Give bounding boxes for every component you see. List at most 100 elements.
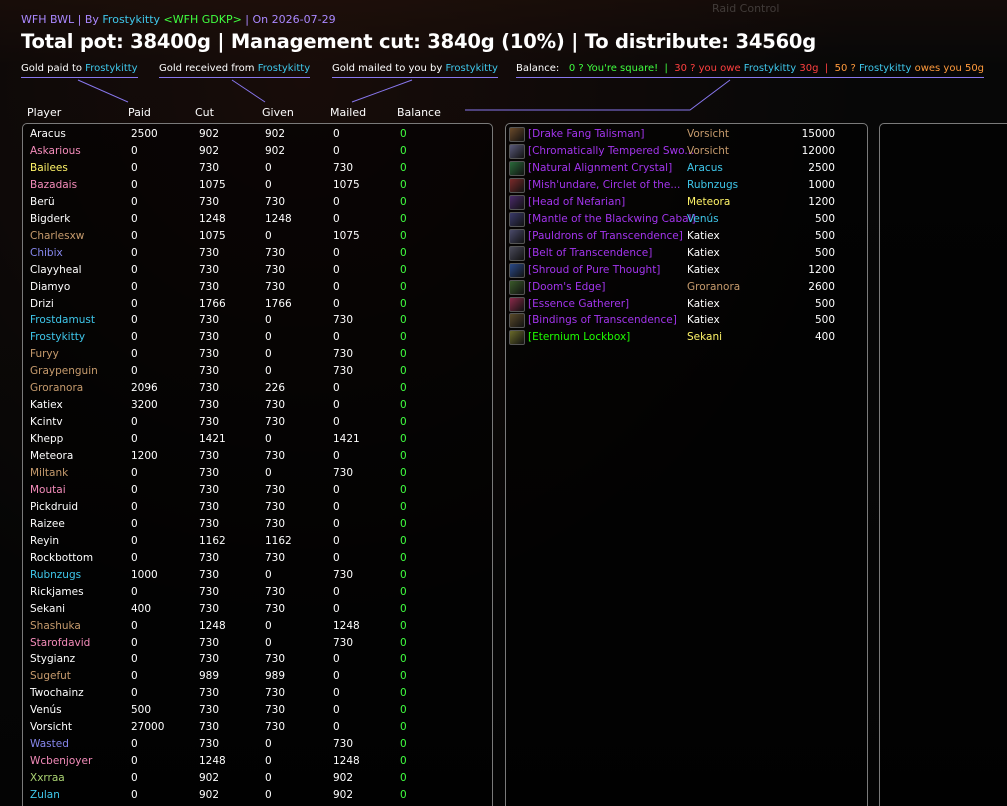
player-given: 0 [265,789,272,802]
player-row[interactable]: Aracus 2500 902 902 0 0 [23,126,492,143]
player-row[interactable]: Vorsicht 27000 730 730 0 0 [23,719,492,736]
player-cut: 730 [199,467,220,479]
player-row[interactable]: Graypenguin 0 730 0 730 0 [23,363,492,380]
player-row[interactable]: Starofdavid 0 730 0 730 0 [23,635,492,652]
player-cut: 730 [199,246,220,259]
player-row[interactable]: Rubnzugs 1000 730 0 730 0 [23,567,492,584]
player-row[interactable]: Katiex 3200 730 730 0 0 [23,397,492,414]
loot-item-link[interactable]: [Head of Nefarian] [528,194,625,211]
player-row[interactable]: Zulan 0 902 0 902 0 [23,787,492,804]
player-row[interactable]: Diamyo 0 730 730 0 0 [23,279,492,296]
player-cut: 902 [199,144,220,157]
player-paid: 0 [131,500,138,513]
cloak-icon [509,262,525,278]
loot-item-link[interactable]: [Eternium Lockbox] [528,329,630,346]
loot-item-link[interactable]: [Natural Alignment Crystal] [528,160,672,177]
player-row[interactable]: Frostykitty 0 730 0 0 0 [23,329,492,346]
player-row[interactable]: Twochainz 0 730 730 0 0 [23,685,492,702]
player-row[interactable]: Shashuka 0 1248 0 1248 0 [23,618,492,635]
player-row[interactable]: Venús 500 730 730 0 0 [23,702,492,719]
loot-item-link[interactable]: [Doom's Edge] [528,279,605,296]
player-row[interactable]: Sekani 400 730 730 0 0 [23,601,492,618]
loot-item-link[interactable]: [Drake Fang Talisman] [528,126,644,143]
player-row[interactable]: Xxrraa 0 902 0 902 0 [23,770,492,787]
loot-item-link[interactable]: [Shroud of Pure Thought] [528,262,660,279]
player-row[interactable]: Askarious 0 902 902 0 0 [23,143,492,160]
player-row[interactable]: Charlesxw 0 1075 0 1075 0 [23,228,492,245]
loot-row[interactable]: [Pauldrons of Transcendence] Katiex 500 [506,228,867,245]
loot-row[interactable]: [Essence Gatherer] Katiex 500 [506,296,867,313]
player-mailed: 730 [333,568,354,581]
players-table-panel[interactable]: Aracus 2500 902 902 0 0 Askarious 0 902 902 0 0 Bail… [22,123,493,806]
player-row[interactable]: Rickjames 0 730 730 0 0 [23,584,492,601]
player-row[interactable]: Wcbenjoyer 0 1248 0 1248 0 [23,753,492,770]
loot-row[interactable]: [Belt of Transcendence] Katiex 500 [506,245,867,262]
loot-item-link[interactable]: [Pauldrons of Transcendence] [528,228,683,245]
player-balance: 0 [400,517,407,530]
player-cut: 902 [199,789,220,802]
loot-item-link[interactable]: [Bindings of Transcendence] [528,312,677,329]
player-row[interactable]: Khepp 0 1421 0 1421 0 [23,431,492,448]
loot-row[interactable]: [Drake Fang Talisman] Vorsicht 15000 [506,126,867,143]
player-row[interactable]: Wasted 0 730 0 730 0 [23,736,492,753]
player-name: Stygianz [30,653,76,666]
player-row[interactable]: Furyy 0 730 0 730 0 [23,346,492,363]
loot-item-link[interactable]: [Chromatically Tempered Swo... [528,143,694,160]
player-row[interactable]: Raizee 0 730 730 0 0 [23,516,492,533]
player-name: Shashuka [30,619,81,632]
player-balance: 0 [400,687,407,700]
player-row[interactable]: Moutai 0 730 730 0 0 [23,482,492,499]
player-row[interactable]: Bazadais 0 1075 0 1075 0 [23,177,492,194]
player-row[interactable]: Frostdamust 0 730 0 730 0 [23,312,492,329]
loot-row[interactable]: [Shroud of Pure Thought] Katiex 1200 [506,262,867,279]
loot-price: 2600 [808,280,835,293]
loot-row[interactable]: [Mantle of the Blackwing Cabal] Venús 500 [506,211,867,228]
loot-price: 2500 [808,161,835,174]
player-mailed: 0 [333,331,340,344]
loot-row[interactable]: [Natural Alignment Crystal] Aracus 2500 [506,160,867,177]
player-name: Drizi [30,297,54,310]
loot-list-panel[interactable]: [Drake Fang Talisman] Vorsicht 15000 [Chrom… [505,123,868,806]
loot-row[interactable]: [Bindings of Transcendence] Katiex 500 [506,312,867,329]
player-row[interactable]: Bigderk 0 1248 1248 0 0 [23,211,492,228]
player-balance: 0 [400,399,407,412]
loot-item-link[interactable]: [Belt of Transcendence] [528,245,652,262]
player-row[interactable]: Kcintv 0 730 730 0 0 [23,414,492,431]
player-cut: 730 [199,331,220,344]
circlet-icon [509,177,525,193]
player-mailed: 902 [333,789,354,802]
player-name: Xxrraa [30,772,65,785]
player-row[interactable]: Stygianz 0 730 730 0 0 [23,651,492,668]
player-balance: 0 [400,348,407,361]
loot-row[interactable]: [Head of Nefarian] Meteora 1200 [506,194,867,211]
player-row[interactable]: Reyin 0 1162 1162 0 0 [23,533,492,550]
player-row[interactable]: Chibix 0 730 730 0 0 [23,245,492,262]
loot-row[interactable]: [Eternium Lockbox] Sekani 400 [506,329,867,346]
player-given: 0 [265,738,272,751]
player-row[interactable]: Berü 0 730 730 0 0 [23,194,492,211]
player-row[interactable]: Groranora 2096 730 226 0 0 [23,380,492,397]
player-given: 730 [265,450,286,463]
loot-item-link[interactable]: [Mantle of the Blackwing Cabal] [528,211,696,228]
player-cut: 730 [199,500,220,513]
player-row[interactable]: Drizi 0 1766 1766 0 0 [23,296,492,313]
player-row[interactable]: Bailees 0 730 0 730 0 [23,160,492,177]
player-balance: 0 [400,416,407,429]
player-balance: 0 [400,619,407,632]
player-balance: 0 [400,128,407,140]
loot-row[interactable]: [Doom's Edge] Groranora 2600 [506,279,867,296]
loot-item-link[interactable]: [Mish'undare, Circlet of the... [528,177,680,194]
player-row[interactable]: Sugefut 0 989 989 0 0 [23,668,492,685]
player-row[interactable]: Clayyheal 0 730 730 0 0 [23,262,492,279]
loot-row[interactable]: [Mish'undare, Circlet of the... Rubnzugs 1… [506,177,867,194]
loot-row[interactable]: [Chromatically Tempered Swo... Vorsicht 12… [506,143,867,160]
player-given: 730 [265,195,286,208]
loot-item-link[interactable]: [Essence Gatherer] [528,296,629,313]
player-paid: 0 [131,636,138,649]
player-given: 0 [265,161,272,174]
player-row[interactable]: Miltank 0 730 0 730 0 [23,465,492,482]
player-mailed: 0 [333,721,340,734]
player-row[interactable]: Meteora 1200 730 730 0 0 [23,448,492,465]
player-row[interactable]: Rockbottom 0 730 730 0 0 [23,550,492,567]
player-row[interactable]: Pickdruid 0 730 730 0 0 [23,499,492,516]
